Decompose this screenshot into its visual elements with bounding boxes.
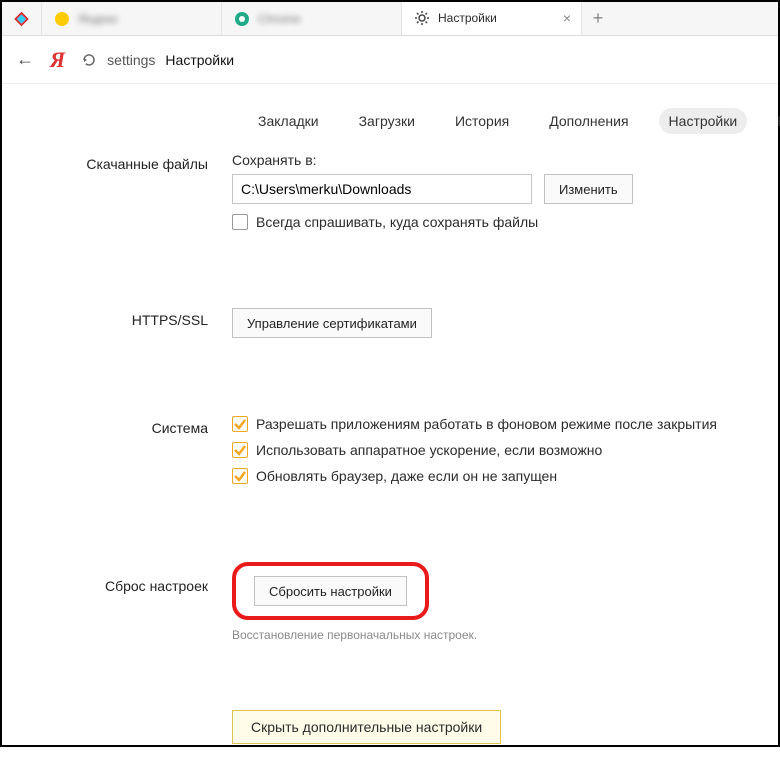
section-https-label: HTTPS/SSL — [2, 308, 232, 328]
bg-apps-checkbox[interactable] — [232, 416, 248, 432]
yandex-logo-icon[interactable]: Я — [50, 47, 65, 73]
always-ask-checkbox[interactable] — [232, 214, 248, 230]
subnav-protect[interactable]: Protect — [767, 108, 780, 134]
tab-bar: Яндекс Chrome Настройки × + — [2, 2, 778, 36]
update-bg-label: Обновлять браузер, даже если он не запущ… — [256, 468, 557, 484]
new-tab-button[interactable]: + — [582, 2, 614, 35]
section-system-label: Система — [2, 416, 232, 436]
tab-3-label: Chrome — [258, 12, 301, 26]
tab-active-label: Настройки — [438, 11, 497, 25]
address-bar[interactable]: settings Настройки — [81, 52, 234, 68]
tab-1[interactable] — [2, 2, 42, 35]
subnav-settings[interactable]: Настройки — [659, 108, 748, 134]
tab-3[interactable]: Chrome — [222, 2, 402, 35]
settings-subnav: Закладки Загрузки История Дополнения Нас… — [2, 84, 778, 152]
hide-advanced-button[interactable]: Скрыть дополнительные настройки — [232, 710, 501, 744]
gear-icon — [414, 10, 430, 26]
subnav-downloads[interactable]: Загрузки — [349, 108, 425, 134]
section-hide-extra: Скрыть дополнительные настройки — [2, 710, 778, 772]
always-ask-label: Всегда спрашивать, куда сохранять файлы — [256, 214, 538, 230]
section-reset-label: Сброс настроек — [2, 562, 232, 594]
update-bg-checkbox[interactable] — [232, 468, 248, 484]
hw-accel-checkbox[interactable] — [232, 442, 248, 458]
toolbar: ← Я settings Настройки — [2, 36, 778, 84]
reset-settings-button[interactable]: Сбросить настройки — [254, 576, 407, 606]
download-path-input[interactable] — [232, 174, 532, 204]
address-title: Настройки — [165, 52, 234, 68]
address-prefix: settings — [107, 52, 155, 68]
hw-accel-label: Использовать аппаратное ускорение, если … — [256, 442, 602, 458]
yandex-favicon-icon — [54, 11, 70, 27]
manage-certificates-button[interactable]: Управление сертификатами — [232, 308, 432, 338]
section-downloads: Скачанные файлы Сохранять в: Изменить Вс… — [2, 152, 778, 258]
diamond-icon — [14, 11, 29, 27]
tab-2[interactable]: Яндекс — [42, 2, 222, 35]
section-reset: Сброс настроек Сбросить настройки Восста… — [2, 562, 778, 670]
tab-settings[interactable]: Настройки × — [402, 2, 582, 35]
reload-icon[interactable] — [81, 52, 97, 68]
back-button[interactable]: ← — [16, 49, 34, 70]
reset-note: Восстановление первоначальных настроек. — [232, 628, 778, 642]
bg-apps-label: Разрешать приложениям работать в фоновом… — [256, 416, 717, 432]
subnav-addons[interactable]: Дополнения — [539, 108, 638, 134]
section-system: Система Разрешать приложениям работать в… — [2, 416, 778, 512]
close-icon[interactable]: × — [563, 11, 571, 25]
tab-2-label: Яндекс — [78, 12, 118, 26]
change-path-button[interactable]: Изменить — [544, 174, 633, 204]
subnav-history[interactable]: История — [445, 108, 519, 134]
save-in-label: Сохранять в: — [232, 152, 778, 168]
subnav-bookmarks[interactable]: Закладки — [248, 108, 329, 134]
chrome-favicon-icon — [234, 11, 250, 27]
section-downloads-label: Скачанные файлы — [2, 152, 232, 172]
reset-highlight: Сбросить настройки — [232, 562, 429, 620]
section-https: HTTPS/SSL Управление сертификатами — [2, 308, 778, 366]
